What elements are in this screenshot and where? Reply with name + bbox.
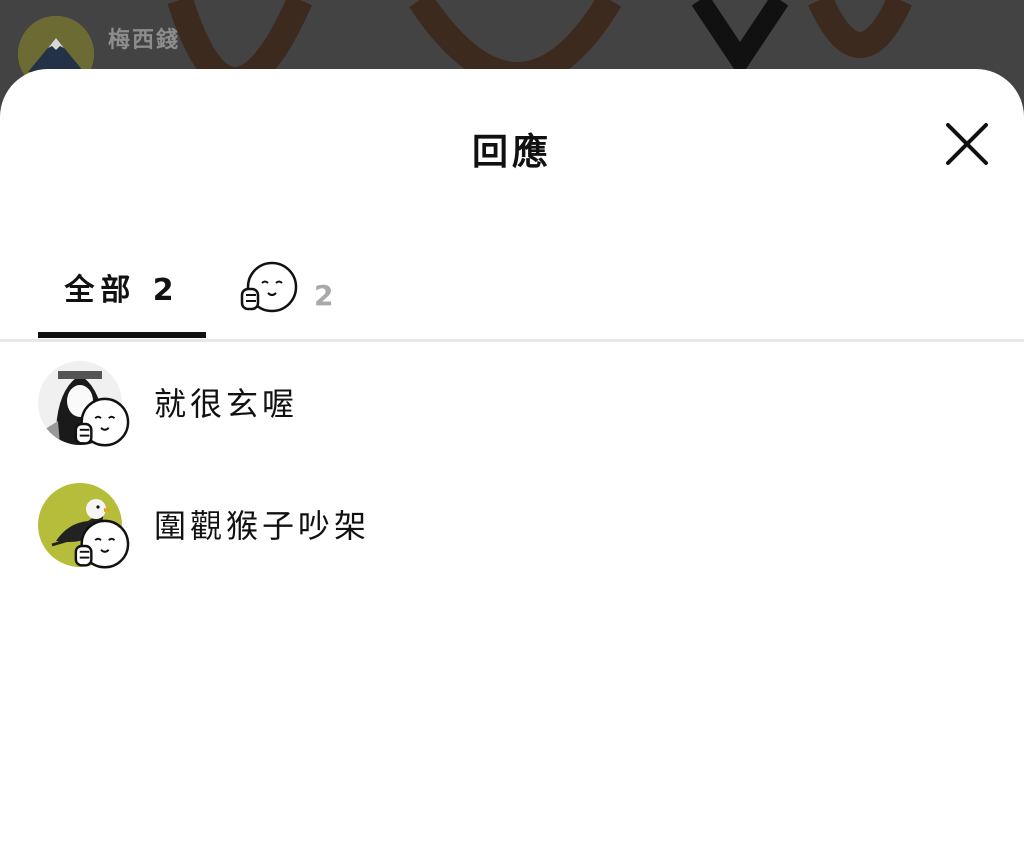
close-icon [946,123,988,165]
reactions-sheet: 回應 全部 2 2 就很玄喔 圍觀猴子吵架 [0,69,1024,852]
avatar-with-reaction [38,483,134,579]
post-author-name: 梅西錢 [108,28,181,53]
tab-thumbs-up[interactable]: 2 [238,249,333,329]
active-tab-indicator [38,332,206,338]
thumbs-up-face-icon [240,261,298,313]
reaction-tabs: 全部 2 2 [0,239,1024,341]
list-item[interactable]: 就很玄喔 [0,353,1024,475]
thumbs-up-face-icon [74,519,130,569]
list-item[interactable]: 圍觀猴子吵架 [0,475,1024,597]
tab-all-label: 全部 2 [64,273,180,308]
avatar-with-reaction [38,361,134,457]
reaction-list: 就很玄喔 圍觀猴子吵架 [0,353,1024,597]
user-name: 就很玄喔 [154,385,299,423]
tab-all[interactable]: 全部 2 [38,239,206,335]
tabs-divider [0,339,1024,342]
tab-thumbs-up-count: 2 [314,278,334,312]
close-button[interactable] [940,117,994,171]
user-name: 圍觀猴子吵架 [154,507,371,545]
thumbs-up-face-icon [74,397,130,447]
sheet-title: 回應 [471,132,552,173]
